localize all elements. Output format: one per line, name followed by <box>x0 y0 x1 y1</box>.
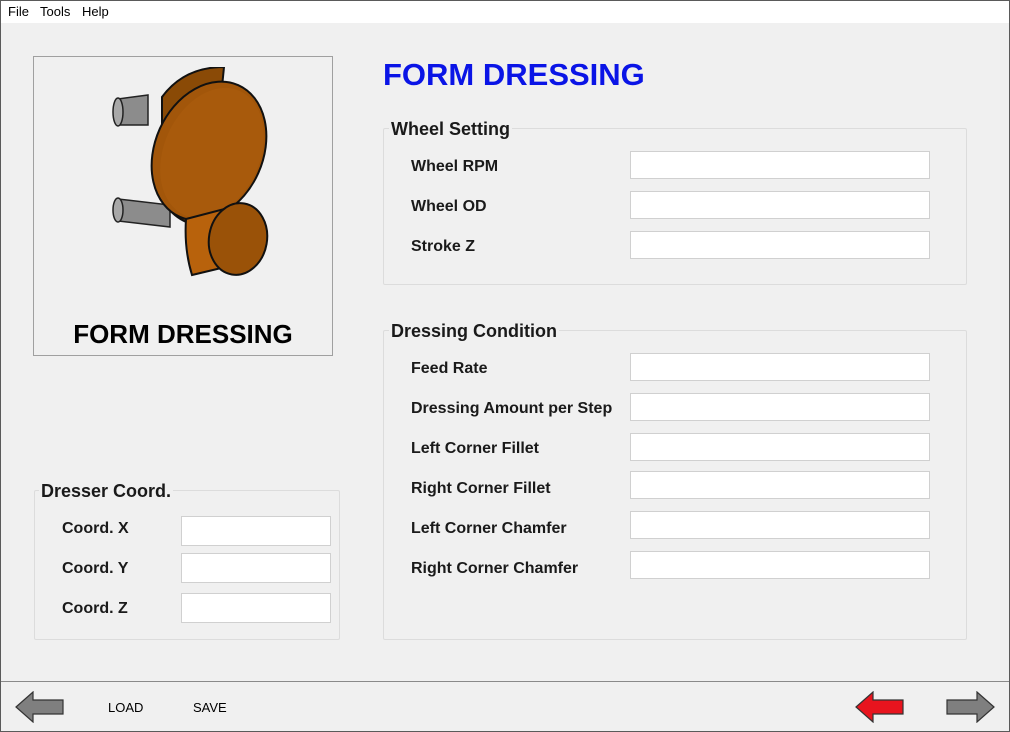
stroke-z-label: Stroke Z <box>411 238 476 255</box>
coord-y-input[interactable] <box>181 553 331 583</box>
process-image-panel: FORM DRESSING <box>33 56 333 356</box>
left-corner-chamfer-label: Left Corner Chamfer <box>411 520 567 537</box>
menu-bar: File Tools Help <box>1 1 1009 23</box>
next-button[interactable] <box>945 690 995 728</box>
coord-x-input[interactable] <box>181 516 331 546</box>
right-corner-fillet-input[interactable] <box>630 471 930 499</box>
coord-z-label: Coord. Z <box>62 600 128 617</box>
wheel-od-label: Wheel OD <box>411 198 487 215</box>
app-window: File Tools Help FORM DRESSING FORM DRESS… <box>0 0 1010 732</box>
form-dressing-illustration <box>112 67 269 277</box>
menu-help[interactable]: Help <box>82 4 109 19</box>
save-button[interactable]: SAVE <box>193 700 227 715</box>
right-arrow-icon <box>946 690 995 724</box>
wheel-rpm-label: Wheel RPM <box>411 158 499 175</box>
feed-rate-label: Feed Rate <box>411 360 488 377</box>
footer-divider <box>1 681 1009 682</box>
left-corner-fillet-input[interactable] <box>630 433 930 461</box>
image-caption: FORM DRESSING <box>73 319 293 349</box>
dressing-amount-label: Dressing Amount per Step <box>411 400 613 417</box>
coord-x-label: Coord. X <box>62 520 129 537</box>
red-left-arrow-icon <box>855 690 904 724</box>
left-corner-chamfer-input[interactable] <box>630 511 930 539</box>
right-corner-chamfer-label: Right Corner Chamfer <box>411 560 579 577</box>
menu-file[interactable]: File <box>8 4 29 19</box>
right-corner-chamfer-input[interactable] <box>630 551 930 579</box>
wheel-rpm-input[interactable] <box>630 151 930 179</box>
load-button[interactable]: LOAD <box>108 700 143 715</box>
left-arrow-icon <box>15 690 64 724</box>
dressing-amount-input[interactable] <box>630 393 930 421</box>
wheel-od-input[interactable] <box>630 191 930 219</box>
stroke-z-input[interactable] <box>630 231 930 259</box>
back-button[interactable] <box>15 690 65 728</box>
page-title: FORM DRESSING <box>383 57 645 92</box>
right-corner-fillet-label: Right Corner Fillet <box>411 480 551 497</box>
dresser-coord-title: Dresser Coord. <box>39 481 174 502</box>
coord-z-input[interactable] <box>181 593 331 623</box>
left-corner-fillet-label: Left Corner Fillet <box>411 440 540 457</box>
feed-rate-input[interactable] <box>630 353 930 381</box>
return-button[interactable] <box>855 690 905 728</box>
coord-y-label: Coord. Y <box>62 560 129 577</box>
wheel-setting-title: Wheel Setting <box>389 119 513 140</box>
dressing-condition-title: Dressing Condition <box>389 321 559 342</box>
menu-tools[interactable]: Tools <box>40 4 70 19</box>
